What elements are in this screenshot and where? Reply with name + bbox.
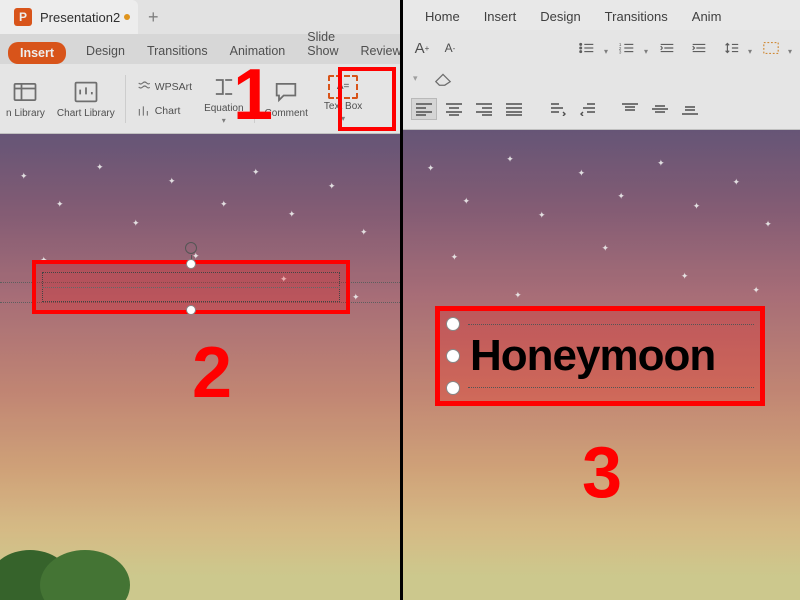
- tab-anim-r[interactable]: Anim: [692, 3, 722, 30]
- doc-tab[interactable]: P Presentation2: [0, 0, 138, 34]
- align-left-button[interactable]: [411, 98, 437, 120]
- decrease-font-label: A: [445, 41, 453, 55]
- step-number-3: 3: [582, 432, 622, 514]
- tab-insert[interactable]: Insert: [8, 42, 66, 64]
- align-row: [411, 98, 792, 120]
- dropdown-icon[interactable]: ▾: [644, 47, 648, 60]
- tab-slide-show[interactable]: Slide Show: [305, 24, 340, 64]
- textbox-border-top: [468, 324, 754, 325]
- highlight-text-box: [338, 67, 396, 131]
- decrease-indent-button[interactable]: [654, 37, 680, 59]
- align-bottom-button[interactable]: [677, 98, 703, 120]
- dropdown-icon[interactable]: ▾: [604, 47, 608, 60]
- textbox-midline: [42, 287, 340, 288]
- resize-handle-ml[interactable]: [446, 349, 460, 363]
- tab-design-r[interactable]: Design: [540, 3, 580, 30]
- align-justify-button[interactable]: [501, 98, 527, 120]
- text-direction-ltr-button[interactable]: [545, 98, 571, 120]
- increase-font-button[interactable]: A+: [411, 38, 433, 58]
- dropdown-icon[interactable]: ▾: [748, 47, 752, 60]
- step-number-2: 2: [192, 332, 232, 414]
- n-library-button[interactable]: n Library: [0, 67, 51, 131]
- textbox-border-bottom: [468, 387, 754, 388]
- doc-title: Presentation2: [40, 10, 120, 25]
- dropdown-icon[interactable]: ▾: [788, 47, 792, 60]
- wps-chart-column: WPSArt Chart: [130, 69, 198, 129]
- resize-handle-top[interactable]: [186, 259, 196, 269]
- chart-library-label: Chart Library: [57, 108, 115, 119]
- chart-library-icon: [72, 78, 100, 106]
- tab-review[interactable]: Review: [359, 38, 404, 64]
- align-middle-button[interactable]: [647, 98, 673, 120]
- foliage-decoration: [0, 540, 130, 600]
- wpsart-icon: [136, 79, 152, 95]
- bullets-button[interactable]: [574, 37, 600, 59]
- tab-transitions[interactable]: Transitions: [145, 38, 210, 64]
- tab-design[interactable]: Design: [84, 38, 127, 64]
- library-icon: [11, 78, 39, 106]
- tab-transitions-r[interactable]: Transitions: [605, 3, 668, 30]
- align-right-button[interactable]: [471, 98, 497, 120]
- chart-button[interactable]: Chart: [130, 100, 198, 122]
- chart-icon: [136, 103, 152, 119]
- align-center-button[interactable]: [441, 98, 467, 120]
- increase-font-label: A: [415, 40, 425, 57]
- resize-handle-bottom[interactable]: [186, 305, 196, 315]
- format-dropdown-icon[interactable]: ▾: [413, 73, 418, 84]
- comment-icon: [272, 78, 300, 106]
- n-library-label: n Library: [6, 108, 45, 119]
- wpsart-label: WPSArt: [155, 81, 192, 93]
- resize-handle-bl[interactable]: [446, 381, 460, 395]
- add-tab-button[interactable]: +: [138, 7, 168, 28]
- text-direction-rtl-button[interactable]: [575, 98, 601, 120]
- rotate-handle-icon[interactable]: [185, 242, 197, 254]
- app-logo-icon: P: [14, 8, 32, 26]
- eraser-icon: [432, 69, 454, 87]
- clear-row: ▾: [411, 66, 792, 90]
- panel-divider: [400, 0, 403, 600]
- tab-insert-r[interactable]: Insert: [484, 3, 517, 30]
- modified-dot-icon: [124, 14, 130, 20]
- chart-label: Chart: [155, 105, 181, 117]
- wpsart-button[interactable]: WPSArt: [130, 76, 198, 98]
- selection-pane-button[interactable]: [758, 37, 784, 59]
- textbox-content[interactable]: Honeymoon: [470, 331, 715, 381]
- tab-home-r[interactable]: Home: [425, 3, 460, 30]
- step-number-1: 1: [233, 54, 273, 136]
- font-size-row: A+ A- ▾ 123 ▾ ▾ ▾: [411, 36, 792, 60]
- numbering-button[interactable]: 123: [614, 37, 640, 59]
- chart-library-button[interactable]: Chart Library: [51, 67, 121, 131]
- ribbon-tabs-left: Insert Design Transitions Animation Slid…: [0, 34, 400, 64]
- highlight-textbox-step2: [32, 260, 350, 314]
- ribbon-toolbar-right: A+ A- ▾ 123 ▾ ▾ ▾ ▾: [403, 30, 800, 130]
- increase-indent-button[interactable]: [686, 37, 712, 59]
- resize-handle-tl[interactable]: [446, 317, 460, 331]
- highlight-textbox-step3: Honeymoon: [435, 306, 765, 406]
- left-panel: P Presentation2 + Insert Design Transiti…: [0, 0, 400, 600]
- decrease-font-button[interactable]: A-: [439, 38, 461, 58]
- align-top-button[interactable]: [617, 98, 643, 120]
- line-spacing-button[interactable]: [718, 37, 744, 59]
- svg-text:3: 3: [619, 49, 622, 54]
- tool-sep: [125, 75, 126, 123]
- clear-format-button[interactable]: [428, 65, 458, 91]
- ribbon-tabs-right: Home Insert Design Transitions Anim: [403, 0, 800, 30]
